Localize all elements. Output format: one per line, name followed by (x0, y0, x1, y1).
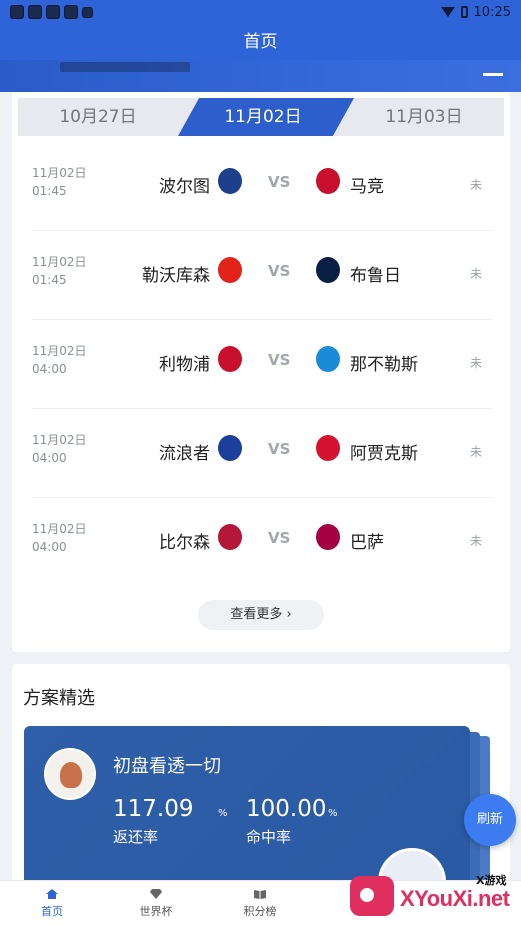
tab-date-next[interactable]: 11月03日 (344, 98, 504, 136)
barcelona-crest-icon (316, 524, 340, 550)
status-time: 10:25 (473, 4, 511, 20)
match-status: 未 (469, 445, 482, 459)
match-datetime: 11月02日 01:45 (32, 253, 87, 289)
match-row[interactable]: 11月02日 04:00 比尔森 VS 巴萨 未 (32, 498, 492, 587)
atletico-crest-icon (316, 168, 340, 194)
match-time: 04:00 (32, 362, 67, 376)
home-team-name: 比尔森 (159, 533, 210, 553)
nav-worldcup[interactable]: 世界杯 (116, 889, 196, 919)
match-row[interactable]: 11月02日 04:00 流浪者 VS 阿贾克斯 未 (32, 409, 492, 498)
battery-icon (460, 6, 468, 18)
ajax-crest-icon (316, 435, 340, 461)
match-status: 未 (469, 267, 482, 281)
nav-home[interactable]: 首页 (12, 889, 92, 919)
status-bar: 10:25 (0, 0, 521, 24)
page-title: 首页 (243, 32, 278, 52)
away-team-name: 布鲁日 (350, 266, 401, 286)
match-time: 01:45 (32, 184, 67, 198)
leverkusen-crest-icon (218, 257, 242, 283)
picks-title: 方案精选 (23, 688, 95, 709)
nav-home-label: 首页 (41, 905, 63, 918)
nav-standings-label: 积分榜 (243, 905, 277, 918)
tab-date-prev[interactable]: 10月27日 (18, 98, 178, 136)
match-datetime: 11月02日 01:45 (32, 164, 87, 200)
hit-rate-label: 命中率 (246, 828, 292, 846)
away-team-name: 马竞 (350, 177, 384, 197)
match-status: 未 (469, 178, 482, 192)
vs-label: VS (268, 262, 291, 280)
return-rate-unit: % (218, 808, 228, 819)
gamepad-icon (350, 876, 394, 916)
return-rate-value: 117.09 (113, 796, 194, 822)
notification-icon (64, 5, 78, 19)
match-datetime: 11月02日 04:00 (32, 342, 87, 378)
away-team-name: 巴萨 (350, 533, 384, 553)
liverpool-crest-icon (218, 346, 242, 372)
tab-date-current[interactable]: 11月02日 (184, 98, 342, 136)
nav-worldcup-label: 世界杯 (139, 905, 173, 918)
match-row[interactable]: 11月02日 04:00 利物浦 VS 那不勒斯 未 (32, 320, 492, 409)
match-datetime: 11月02日 04:00 (32, 431, 87, 467)
away-team-name: 那不勒斯 (350, 355, 418, 375)
home-team-name: 利物浦 (159, 355, 210, 375)
notification-icon (10, 5, 24, 19)
match-time: 04:00 (32, 540, 67, 554)
match-date: 11月02日 (32, 166, 87, 180)
notification-icon (28, 5, 42, 19)
vs-label: VS (268, 173, 291, 191)
notification-icon (46, 5, 60, 19)
match-time: 01:45 (32, 273, 67, 287)
watermark-text: XYouXi.net (400, 886, 510, 911)
match-card: 10月27日 11月02日 11月03日 11月02日 01:45 波尔图 VS 马竞未… (12, 92, 510, 652)
banner-text (60, 62, 190, 72)
date-tabs: 10月27日 11月02日 11月03日 (18, 98, 504, 136)
vs-label: VS (268, 440, 291, 458)
brugge-crest-icon (316, 257, 340, 283)
match-date: 11月02日 (32, 255, 87, 269)
avatar (44, 748, 96, 800)
vs-label: VS (268, 529, 291, 547)
plzen-crest-icon (218, 524, 242, 550)
menu-icon[interactable] (483, 66, 503, 76)
napoli-crest-icon (316, 346, 340, 372)
match-time: 04:00 (32, 451, 67, 465)
watermark-logo: X游戏 XYouXi.net (350, 868, 518, 922)
wifi-icon (440, 7, 455, 17)
refresh-button[interactable]: 刷新 (464, 794, 516, 846)
away-team-name: 阿贾克斯 (350, 444, 418, 464)
match-datetime: 11月02日 04:00 (32, 520, 87, 556)
porto-crest-icon (218, 168, 242, 194)
plan-title: 初盘看透一切 (113, 756, 221, 777)
match-status: 未 (469, 356, 482, 370)
vs-label: VS (268, 351, 291, 369)
home-team-name: 流浪者 (159, 444, 210, 464)
match-row[interactable]: 11月02日 01:45 勒沃库森 VS 布鲁日 未 (32, 231, 492, 320)
return-rate-label: 返还率 (113, 828, 159, 846)
match-date: 11月02日 (32, 522, 87, 536)
app-header: 10:25 首页 (0, 0, 521, 92)
diamond-icon (150, 889, 162, 899)
hit-rate-unit: % (328, 808, 338, 819)
hit-rate-value: 100.00 (246, 796, 327, 822)
view-more-button[interactable]: 查看更多 › (198, 600, 324, 630)
match-row[interactable]: 11月02日 01:45 波尔图 VS 马竞 未 (32, 142, 492, 231)
home-team-name: 勒沃库森 (142, 266, 210, 286)
rangers-crest-icon (218, 435, 242, 461)
home-team-name: 波尔图 (159, 177, 210, 197)
nav-standings[interactable]: 积分榜 (220, 889, 300, 919)
match-date: 11月02日 (32, 433, 87, 447)
match-date: 11月02日 (32, 344, 87, 358)
notification-icon (82, 6, 93, 18)
match-status: 未 (469, 534, 482, 548)
book-icon (254, 890, 266, 899)
home-icon (46, 889, 58, 899)
